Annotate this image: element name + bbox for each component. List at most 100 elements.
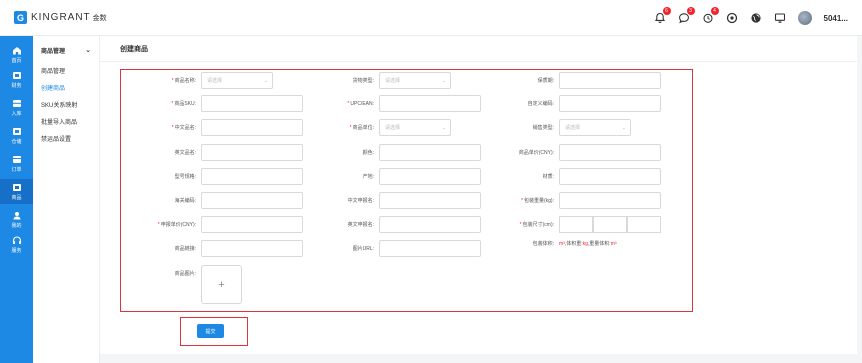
rail-item-home[interactable]: 首页 [0,42,33,67]
label-volume: 包装体积: [532,241,554,247]
label-custom-code: 自定义编码: [527,101,554,107]
submenu-item-batch-import[interactable]: 批量导入商品 [33,115,99,132]
input-model[interactable] [201,168,303,185]
field-en-customs: 英文申报名: [310,216,481,233]
input-hs-code[interactable] [201,192,303,209]
label-image-url: 图片URL: [352,246,374,252]
input-image-url[interactable] [379,240,481,257]
input-color[interactable] [379,144,481,161]
field-cargo-type: 货物类型: 请选择 ⌄ [310,72,451,89]
label-cn-name: *中文品名: [171,125,196,131]
help-icon[interactable] [726,12,738,24]
field-sku: *商品SKU: [132,95,303,112]
field-custom-code: 自定义编码: [490,95,661,112]
chevron-down-icon: ⌄ [441,77,446,84]
field-sale-type: 销售类型: 请选择 ⌄ [490,119,631,136]
field-images: 商品图片: + [132,265,242,304]
input-cn-customs[interactable] [379,192,481,209]
submenu-item-create-goods[interactable]: 创建商品 [33,81,99,98]
input-en-customs[interactable] [379,216,481,233]
chevron-down-icon: ⌄ [85,47,91,54]
chevron-down-icon: ⌄ [621,124,626,131]
input-length[interactable] [559,216,593,233]
header-actions: 6 3 4 5041... [654,0,848,36]
rail-item-goods[interactable]: 商品 [0,179,33,204]
input-custom-code[interactable] [559,95,661,112]
rail-label: 入库 [11,110,22,117]
input-link[interactable] [201,240,303,257]
field-shelf-life: 保质期: [490,72,661,89]
message-badge: 3 [686,7,695,15]
input-shelf-life[interactable] [559,72,661,89]
rail-item-inbound[interactable]: 入库 [0,95,33,120]
label-size: *包装尺寸(cm): [519,222,554,228]
logo-text: KINGRANT [31,12,91,23]
user-icon [12,211,22,220]
rail-item-service[interactable]: 服务 [0,232,33,257]
finance-icon [12,71,22,80]
submenu-header[interactable]: 商品管理 ⌄ [33,36,99,64]
input-weight[interactable] [559,192,661,209]
avatar[interactable] [797,11,812,25]
rail-label: 仓储 [11,138,22,145]
label-declare-price: *申报单价(CNY): [157,222,196,228]
input-origin[interactable] [379,168,481,185]
notification-badge: 6 [662,7,671,15]
rail-label: 财务 [11,82,22,89]
label-link: 商品链接: [174,246,196,252]
input-price[interactable] [559,144,661,161]
label-cargo-type: 货物类型: [352,78,374,84]
input-declare-price[interactable] [201,216,303,233]
label-sku: *商品SKU: [171,101,196,107]
monitor-icon[interactable] [774,12,786,24]
logo[interactable]: G KINGRANT 金数 [14,11,107,24]
rail-item-order[interactable]: 订单 [0,151,33,176]
field-price: 商品单价(CNY): [490,144,661,161]
main-content: 创建商品 *商品名称: 请选择 ⌄ 货物类型: 请选择 ⌄ 保质期: *商品SKU:… [100,36,857,354]
username[interactable]: 5041... [824,14,848,23]
rail-item-finance[interactable]: 财务 [0,67,33,92]
size-inputs [559,216,661,233]
select-product-name[interactable]: 请选择 ⌄ [201,72,273,89]
select-unit[interactable]: 请选择 ⌄ [379,119,451,136]
field-origin: 产地: [310,168,481,185]
input-en-name[interactable] [201,144,303,161]
submenu-item-embargo[interactable]: 禁运品设置 [33,132,99,149]
label-hs-code: 海关编码: [174,198,196,204]
label-sale-type: 销售类型: [532,125,554,131]
logo-cn: 金数 [92,14,107,22]
label-en-customs: 英文申报名: [347,222,374,228]
input-material[interactable] [559,168,661,185]
warehouse-icon [12,127,22,136]
task-icon[interactable]: 4 [702,7,719,24]
field-color: 颜色: [310,144,481,161]
submit-button[interactable]: 提交 [197,324,224,338]
input-upc[interactable] [379,95,481,112]
label-images: 商品图片: [174,271,196,277]
select-cargo-type[interactable]: 请选择 ⌄ [379,72,451,89]
message-icon[interactable]: 3 [678,7,695,24]
field-material: 材质: [490,168,661,185]
field-weight: *包装重量(kg): [490,192,661,209]
submenu: 商品管理 ⌄ 商品管理 创建商品 SKU关系映射 批量导入商品 禁运品设置 [33,36,100,363]
field-declare-price: *申报单价(CNY): [132,216,303,233]
label-weight: *包装重量(kg): [521,198,554,204]
input-width[interactable] [593,216,627,233]
home-icon [12,46,22,55]
input-height[interactable] [627,216,661,233]
input-sku[interactable] [201,95,303,112]
globe-icon[interactable] [750,12,762,24]
inbound-icon [12,99,22,108]
label-cn-customs: 中文申报名: [347,198,374,204]
bell-icon[interactable]: 6 [654,7,671,24]
submenu-item-sku-mapping[interactable]: SKU关系映射 [33,98,99,115]
top-header: G KINGRANT 金数 6 3 4 5041... [0,0,862,36]
submenu-item-goods-manage[interactable]: 商品管理 [33,64,99,81]
select-sale-type[interactable]: 请选择 ⌄ [559,119,631,136]
logo-mark: G [14,11,27,24]
image-upload[interactable]: + [201,265,242,304]
field-model: 型号规格: [132,168,303,185]
rail-item-user[interactable]: 我的 [0,207,33,232]
input-cn-name[interactable] [201,119,303,136]
rail-item-warehouse[interactable]: 仓储 [0,123,33,148]
